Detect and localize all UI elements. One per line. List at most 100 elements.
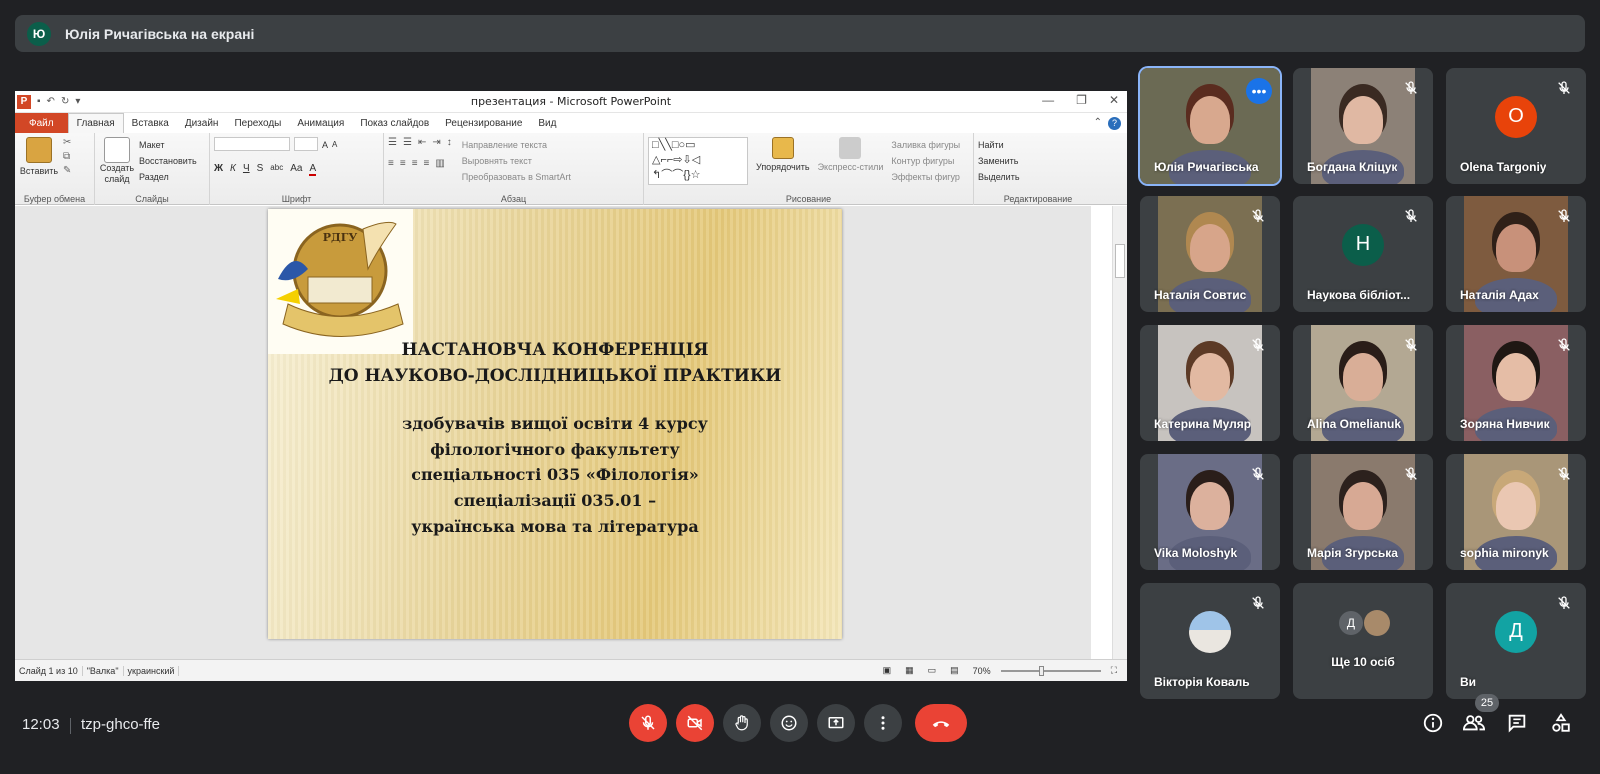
grow-font-button[interactable]: A — [322, 137, 328, 153]
tab-file[interactable]: Файл — [15, 113, 68, 133]
tab-view[interactable]: Вид — [530, 113, 564, 133]
participant-tile[interactable]: Марія Згурська — [1293, 454, 1433, 570]
leave-call-button[interactable] — [915, 704, 967, 742]
meeting-details-button[interactable] — [1418, 708, 1448, 738]
shape-effects-button[interactable]: Эффекты фигур — [891, 169, 960, 185]
group-drawing: □╲╲□○▭ △⌐⌐⇨⇩◁ ↰⌒⌒{}☆ Упорядочить Экспресс-… — [644, 133, 974, 205]
fit-slide-icon[interactable]: ⛶ — [1107, 665, 1121, 676]
spacing-button[interactable]: abc — [270, 163, 283, 176]
participant-tile[interactable]: Зоряна Нивчик — [1446, 325, 1586, 441]
arrange-button[interactable]: Упорядочить — [756, 137, 810, 185]
zoom-level[interactable]: 70% — [969, 666, 995, 676]
smartart-button[interactable]: Преобразовать в SmartArt — [462, 169, 571, 185]
justify-icon[interactable]: ≡ — [424, 158, 430, 169]
format-painter-icon[interactable]: ✎ — [63, 165, 71, 176]
shape-fill-button[interactable]: Заливка фигуры — [891, 137, 960, 153]
paste-button[interactable]: Вставить — [19, 137, 59, 179]
tab-transitions[interactable]: Переходы — [226, 113, 289, 133]
decrease-indent-icon[interactable]: ⇤ — [418, 137, 426, 148]
slideshow-view-icon[interactable]: ▤ — [946, 665, 963, 676]
tab-design[interactable]: Дизайн — [177, 113, 227, 133]
more-options-icon[interactable]: ••• — [1246, 78, 1272, 104]
participant-tile[interactable]: Наталія Совтис — [1140, 196, 1280, 312]
sorter-view-icon[interactable]: ▦ — [901, 665, 918, 676]
reset-button[interactable]: Восстановить — [139, 153, 197, 169]
increase-indent-icon[interactable]: ⇥ — [432, 137, 440, 148]
more-options-button[interactable] — [864, 704, 902, 742]
new-slide-button[interactable]: Создать слайд — [99, 137, 135, 185]
select-button[interactable]: Выделить — [978, 169, 1098, 185]
mic-toggle-button[interactable] — [629, 704, 667, 742]
participant-tile[interactable]: Катерина Муляр — [1140, 325, 1280, 441]
align-center-icon[interactable]: ≡ — [400, 158, 406, 169]
tab-animation[interactable]: Анимация — [289, 113, 352, 133]
present-screen-button[interactable] — [817, 704, 855, 742]
reactions-button[interactable] — [770, 704, 808, 742]
slide[interactable]: РДГУ НАСТАНОВЧА КОНФЕРЕНЦІЯ ДО НАУКОВО-Д… — [268, 209, 842, 639]
shadow-button[interactable]: S — [257, 163, 264, 176]
save-icon[interactable]: ▪ — [37, 96, 41, 107]
chat-button[interactable] — [1502, 708, 1532, 738]
tab-review[interactable]: Рецензирование — [437, 113, 530, 133]
bullets-icon[interactable]: ☰ — [388, 137, 397, 148]
reading-view-icon[interactable]: ▭ — [924, 665, 941, 676]
align-right-icon[interactable]: ≡ — [412, 158, 418, 169]
participant-tile[interactable]: Богдана Кліцук — [1293, 68, 1433, 184]
vertical-scrollbar[interactable] — [1112, 206, 1127, 659]
bold-button[interactable]: Ж — [214, 163, 223, 176]
participant-tile[interactable]: Vika Moloshyk — [1140, 454, 1280, 570]
shrink-font-button[interactable]: A — [332, 137, 337, 153]
font-size-select[interactable] — [294, 137, 318, 151]
participant-tile[interactable]: Наталія Адах — [1446, 196, 1586, 312]
tab-home[interactable]: Главная — [67, 113, 124, 133]
participant-tile[interactable]: Д Ви — [1446, 583, 1586, 699]
minimize-button[interactable]: — — [1042, 93, 1054, 107]
activities-button[interactable] — [1546, 708, 1576, 738]
camera-toggle-button[interactable] — [676, 704, 714, 742]
people-button[interactable] — [1459, 708, 1489, 738]
participant-tile[interactable]: Н Наукова бібліот... — [1293, 196, 1433, 312]
columns-icon[interactable]: ▥ — [435, 158, 444, 169]
underline-button[interactable]: Ч — [243, 163, 250, 176]
participant-tile[interactable]: sophia mironyk — [1446, 454, 1586, 570]
find-button[interactable]: Найти — [978, 137, 1098, 153]
normal-view-icon[interactable]: ▣ — [879, 665, 896, 676]
language[interactable]: украинский — [124, 665, 180, 676]
replace-button[interactable]: Заменить — [978, 153, 1098, 169]
participant-tile[interactable]: O Olena Targoniy — [1446, 68, 1586, 184]
align-text-button[interactable]: Выровнять текст — [462, 153, 571, 169]
align-left-icon[interactable]: ≡ — [388, 158, 394, 169]
section-button[interactable]: Раздел — [139, 169, 197, 185]
raise-hand-button[interactable] — [723, 704, 761, 742]
undo-icon[interactable]: ↶ — [47, 96, 55, 107]
participant-tile[interactable]: Вікторія Коваль — [1140, 583, 1280, 699]
maximize-button[interactable]: ❐ — [1076, 93, 1087, 107]
quick-styles-button[interactable]: Экспресс-стили — [818, 137, 883, 185]
font-name-select[interactable] — [214, 137, 290, 151]
shapes-gallery[interactable]: □╲╲□○▭ △⌐⌐⇨⇩◁ ↰⌒⌒{}☆ — [648, 137, 748, 185]
participant-avatar — [1189, 610, 1231, 653]
zoom-slider[interactable] — [1000, 665, 1101, 676]
customize-toolbar-icon[interactable]: ▾ — [75, 96, 80, 107]
ribbon-collapse-icon[interactable]: ⌃ — [1094, 117, 1102, 130]
scrollbar-thumb[interactable] — [1115, 244, 1125, 278]
shape-outline-button[interactable]: Контур фигуры — [891, 153, 960, 169]
text-direction-button[interactable]: Направление текста — [462, 137, 571, 153]
participant-tile[interactable]: Alina Omelianuk — [1293, 325, 1433, 441]
close-button[interactable]: ✕ — [1109, 93, 1119, 107]
participant-tile[interactable]: Д Ще 10 осіб — [1293, 583, 1433, 699]
copy-icon[interactable]: ⧉ — [63, 151, 71, 162]
help-icon[interactable]: ? — [1108, 116, 1121, 130]
participant-tile[interactable]: ••• Юлія Ричагівська — [1138, 66, 1282, 186]
change-case-button[interactable]: Aa — [290, 163, 302, 176]
tab-insert[interactable]: Вставка — [124, 113, 177, 133]
cut-icon[interactable]: ✂ — [63, 137, 71, 148]
layout-button[interactable]: Макет — [139, 137, 197, 153]
line-spacing-icon[interactable]: ↕ — [447, 137, 452, 148]
font-color-button[interactable]: A — [309, 163, 317, 176]
redo-icon[interactable]: ↻ — [61, 96, 69, 107]
tab-slideshow[interactable]: Показ слайдов — [352, 113, 437, 133]
italic-button[interactable]: К — [230, 163, 236, 176]
numbering-icon[interactable]: ☰ — [403, 137, 412, 148]
slide-editor-area[interactable]: РДГУ НАСТАНОВЧА КОНФЕРЕНЦІЯ ДО НАУКОВО-Д… — [15, 206, 1091, 659]
